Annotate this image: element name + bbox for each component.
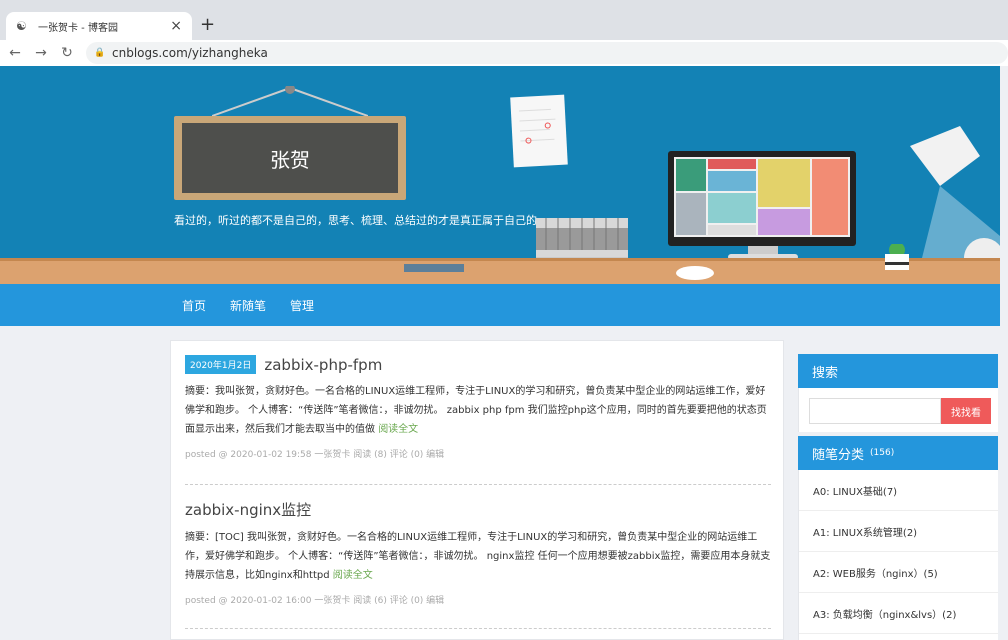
plant-pot-decoration bbox=[885, 244, 909, 270]
desk-surface bbox=[0, 261, 1000, 284]
book-decoration bbox=[404, 264, 464, 272]
browser-tab-bar: ☯ 一张贺卡 - 博客园 × + bbox=[0, 0, 1008, 40]
paper-decoration bbox=[510, 94, 568, 168]
post-title-link[interactable]: zabbix-nginx监控 bbox=[185, 499, 311, 520]
browser-tab[interactable]: ☯ 一张贺卡 - 博客园 × bbox=[6, 12, 192, 40]
category-item[interactable]: A2: WEB服务（nginx）(5) bbox=[799, 552, 998, 593]
nav-new-post[interactable]: 新随笔 bbox=[230, 297, 266, 314]
post-meta: posted @ 2020-01-02 19:58 一张贺卡 阅读 (8) 评论… bbox=[185, 450, 445, 460]
post-list: 2020年1月2日 zabbix-php-fpm 摘要：我叫张贺，贪财好色。一名… bbox=[170, 340, 784, 640]
board-hanger bbox=[212, 86, 368, 116]
address-bar: ← → ↻ 🔒 cnblogs.com/yizhangheka bbox=[0, 40, 1008, 66]
url-text: cnblogs.com/yizhangheka bbox=[112, 46, 268, 60]
post-divider bbox=[185, 628, 771, 629]
category-count: (156) bbox=[870, 448, 895, 458]
lock-icon: 🔒 bbox=[94, 48, 106, 58]
category-item[interactable]: A1: LINUX系统管理(2) bbox=[799, 511, 998, 552]
blog-name: 张贺 bbox=[182, 123, 398, 193]
name-board: 张贺 bbox=[174, 116, 406, 200]
new-tab-button[interactable]: + bbox=[200, 14, 215, 35]
forward-arrow-icon[interactable]: → bbox=[30, 45, 52, 61]
site-favicon-icon: ☯ bbox=[16, 19, 27, 33]
category-item[interactable]: A3: 负载均衡（nginx&lvs）(2) bbox=[799, 593, 998, 634]
post-title-link[interactable]: zabbix-php-fpm bbox=[264, 356, 382, 374]
post-item: zabbix-nginx监控 摘要：[TOC] 我叫张贺，贪财好色。一名合格的L… bbox=[185, 499, 771, 606]
nav-home[interactable]: 首页 bbox=[182, 297, 206, 314]
blog-banner: 张贺 看过的，听过的都不是自己的，思考、梳理、总结过的才是真正属于自己的。 bbox=[0, 66, 1000, 284]
blog-navbar: 首页 新随笔 管理 bbox=[0, 284, 1000, 326]
search-input[interactable] bbox=[809, 398, 941, 424]
post-divider bbox=[185, 484, 771, 485]
post-summary: 摘要：[TOC] 我叫张贺，贪财好色。一名合格的LINUX运维工程师，专注于LI… bbox=[185, 532, 771, 581]
post-item: 2020年1月2日 zabbix-php-fpm 摘要：我叫张贺，贪财好色。一名… bbox=[185, 355, 771, 460]
post-date-badge: 2020年1月2日 bbox=[185, 355, 257, 374]
blog-motto: 看过的，听过的都不是自己的，思考、梳理、总结过的才是真正属于自己的。 bbox=[174, 214, 548, 227]
post-meta: posted @ 2020-01-02 16:00 一张贺卡 阅读 (6) 评论… bbox=[185, 596, 445, 606]
desk-lamp-decoration bbox=[910, 126, 1000, 266]
read-more-link[interactable]: 阅读全文 bbox=[333, 570, 373, 581]
back-arrow-icon[interactable]: ← bbox=[4, 45, 26, 61]
search-panel: 找找看 bbox=[798, 388, 998, 432]
monitor-decoration bbox=[668, 151, 856, 246]
nav-manage[interactable]: 管理 bbox=[290, 297, 314, 314]
search-panel-title: 搜索 bbox=[798, 354, 998, 388]
tab-close-icon[interactable]: × bbox=[170, 18, 182, 34]
mouse-decoration bbox=[676, 266, 714, 280]
url-field[interactable]: 🔒 cnblogs.com/yizhangheka bbox=[86, 42, 1008, 64]
category-list: A0: LINUX基础(7) A1: LINUX系统管理(2) A2: WEB服… bbox=[798, 470, 998, 640]
category-panel-title: 随笔分类 (156) bbox=[798, 436, 998, 470]
search-button[interactable]: 找找看 bbox=[941, 398, 991, 424]
read-more-link[interactable]: 阅读全文 bbox=[378, 424, 418, 435]
reload-icon[interactable]: ↻ bbox=[56, 45, 78, 61]
post-summary: 摘要：我叫张贺，贪财好色。一名合格的LINUX运维工程师，专注于LINUX的学习… bbox=[185, 386, 767, 435]
category-item[interactable]: A0: LINUX基础(7) bbox=[799, 470, 998, 511]
tab-title: 一张贺卡 - 博客园 bbox=[38, 22, 118, 34]
